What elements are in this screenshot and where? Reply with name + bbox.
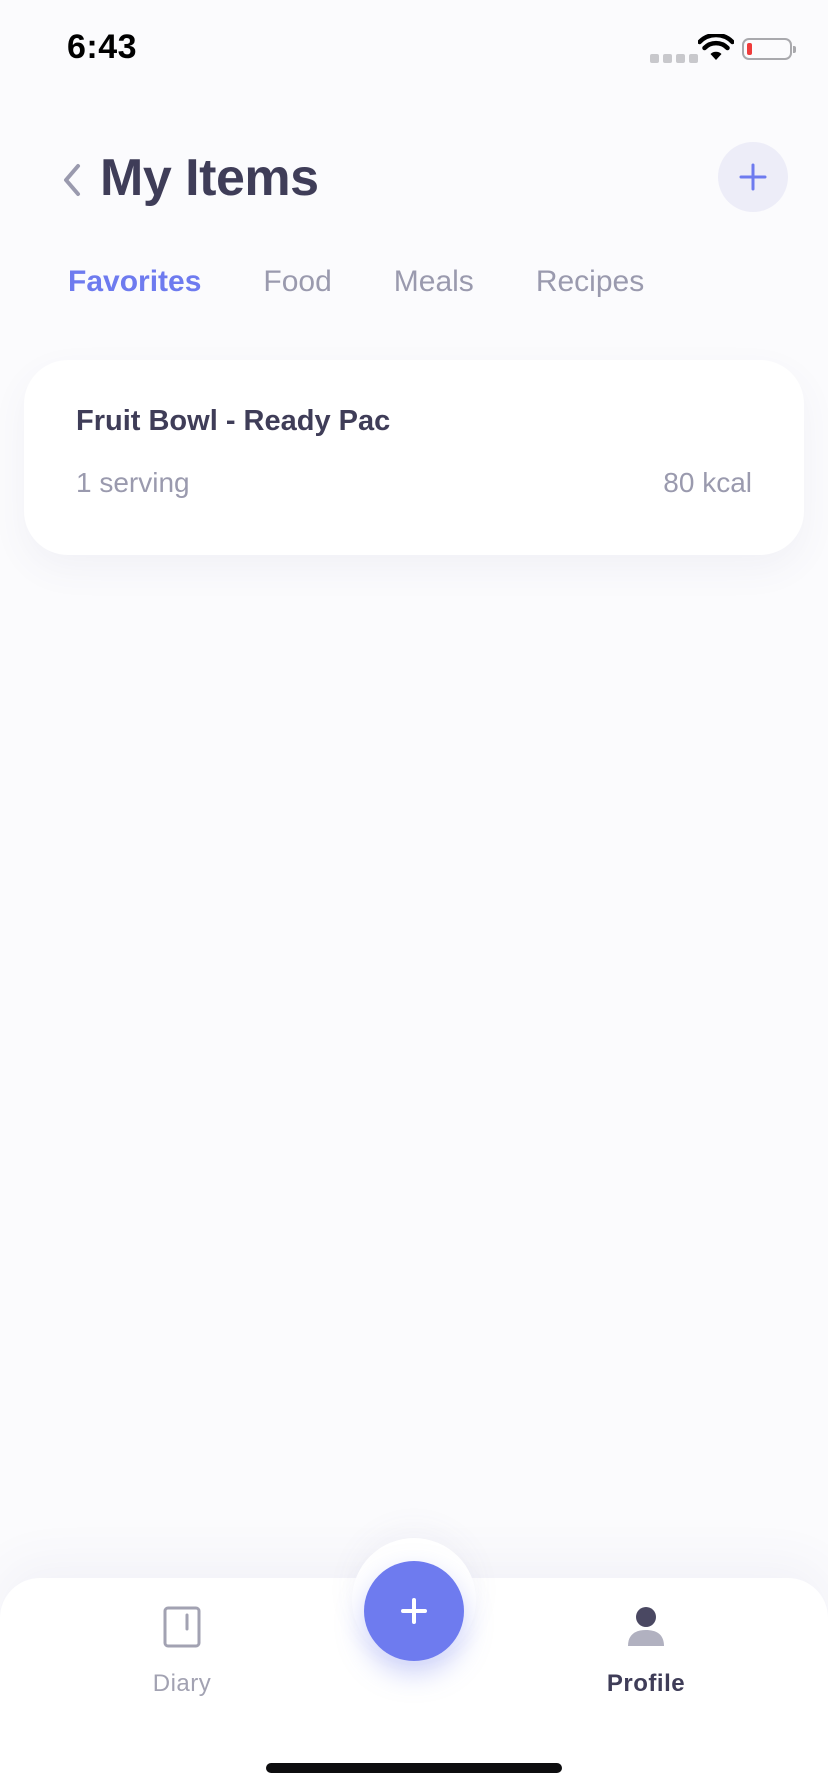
battery-icon	[742, 38, 796, 60]
item-serving: 1 serving	[76, 467, 190, 498]
nav-item-diary[interactable]: Diary	[82, 1604, 282, 1698]
item-name: Fruit Bowl - Ready Pac	[76, 405, 391, 437]
page-title: My Items	[100, 149, 319, 207]
diary-icon	[163, 1606, 201, 1648]
tab-favorites[interactable]: Favorites	[68, 265, 201, 309]
home-indicator[interactable]	[266, 1763, 562, 1773]
plus-icon	[401, 1598, 427, 1624]
tab-food[interactable]: Food	[263, 265, 331, 309]
item-calories: 80 kcal	[663, 467, 752, 498]
cellular-signal-icon	[650, 54, 698, 63]
tab-recipes[interactable]: Recipes	[536, 265, 644, 309]
quick-add-button[interactable]	[364, 1561, 464, 1661]
status-bar: 6:43	[0, 0, 828, 100]
profile-icon	[628, 1607, 664, 1646]
tab-bar: Favorites Food Meals Recipes	[68, 265, 706, 309]
tab-meals[interactable]: Meals	[394, 265, 474, 309]
nav-item-profile[interactable]: Profile	[546, 1604, 746, 1698]
header: My Items	[0, 120, 828, 240]
nav-label-profile: Profile	[606, 1670, 686, 1697]
nav-label-diary: Diary	[152, 1670, 212, 1697]
add-item-button[interactable]	[718, 142, 788, 212]
plus-icon	[739, 163, 767, 191]
status-time: 6:43	[67, 28, 138, 66]
wifi-icon	[698, 34, 734, 60]
back-chevron-icon[interactable]	[58, 158, 88, 202]
food-item-card[interactable]: Fruit Bowl - Ready Pac 1 serving 80 kcal	[24, 360, 804, 555]
